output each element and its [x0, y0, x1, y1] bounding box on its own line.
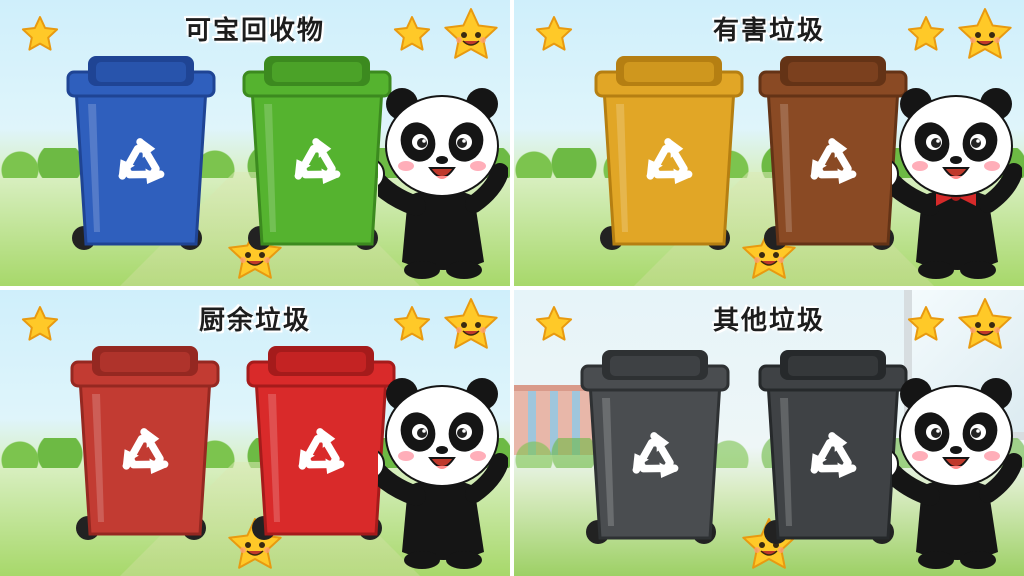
recycle-bin[interactable]	[580, 346, 730, 556]
panel-title: 可宝回收物	[184, 16, 325, 46]
panda-character	[892, 86, 1022, 282]
star-icon	[906, 304, 946, 344]
panda-character	[378, 376, 508, 572]
recycle-bin[interactable]	[594, 52, 744, 262]
bin-category-grid: 可宝回收物 有害垃圾 厨余垃圾 其他垃圾	[0, 0, 1024, 576]
panel-kitchen-waste[interactable]: 厨余垃圾	[0, 290, 510, 576]
star-icon	[20, 304, 60, 344]
star-icon	[534, 304, 574, 344]
recycle-bin[interactable]	[758, 52, 908, 262]
recycle-bin[interactable]	[70, 342, 220, 552]
smiling-star-icon	[956, 6, 1014, 64]
panel-recyclables[interactable]: 可宝回收物	[0, 0, 510, 286]
star-icon	[534, 14, 574, 54]
smiling-star-icon	[442, 6, 500, 64]
panda-character	[892, 376, 1022, 572]
smiling-star-icon	[442, 296, 500, 354]
recycle-bin[interactable]	[246, 342, 396, 552]
star-icon	[20, 14, 60, 54]
smiling-star-icon	[956, 296, 1014, 354]
recycle-bin[interactable]	[758, 346, 908, 556]
recycle-bin[interactable]	[66, 52, 216, 262]
star-icon	[392, 14, 432, 54]
panel-hazardous[interactable]: 有害垃圾	[514, 0, 1024, 286]
panel-other-waste[interactable]: 其他垃圾	[514, 290, 1024, 576]
panel-title: 有害垃圾	[712, 16, 825, 46]
panel-title: 厨余垃圾	[198, 306, 311, 336]
star-icon	[392, 304, 432, 344]
recycle-bin[interactable]	[242, 52, 392, 262]
star-icon	[906, 14, 946, 54]
panel-title: 其他垃圾	[712, 306, 825, 336]
panda-character	[378, 86, 508, 282]
